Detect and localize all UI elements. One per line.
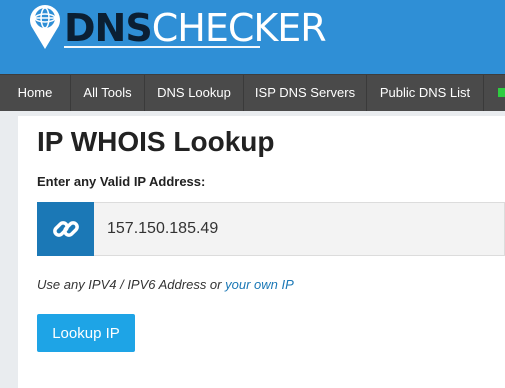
logo-checker-text: CHECKER [151,6,327,50]
logo-dns-text: DNS [64,6,153,50]
nav-item-isp-dns-servers[interactable]: ISP DNS Servers [244,75,367,111]
ip-field-label: Enter any Valid IP Address: [37,174,206,189]
lookup-ip-button[interactable]: Lookup IP [37,314,135,352]
logo-wordmark: DNSCHECKER [64,6,327,50]
lookup-card: IP WHOIS Lookup Enter any Valid IP Addre… [18,116,505,388]
link-icon [52,221,79,237]
page-title: IP WHOIS Lookup [37,126,275,157]
logo-underline [64,46,260,48]
own-ip-link[interactable]: your own IP [225,277,294,292]
ip-hint: Use any IPV4 / IPV6 Address or your own … [37,277,294,292]
nav-item-home[interactable]: Home [0,75,71,111]
ip-input-group [37,202,505,256]
main-nav: Home All Tools DNS Lookup ISP DNS Server… [0,74,505,111]
ip-address-input[interactable] [94,202,505,256]
globe-pin-icon [30,5,61,50]
nav-item-dns-lookup[interactable]: DNS Lookup [145,75,244,111]
site-header: DNSCHECKER [0,0,505,74]
ip-input-addon [37,202,94,256]
nav-item-public-dns-list[interactable]: Public DNS List [367,75,484,111]
nav-item-all-tools[interactable]: All Tools [71,75,145,111]
nav-overflow-indicator [498,88,505,97]
ip-hint-text: Use any IPV4 / IPV6 Address or [37,277,226,292]
dnschecker-logo[interactable]: DNSCHECKER [28,0,327,52]
